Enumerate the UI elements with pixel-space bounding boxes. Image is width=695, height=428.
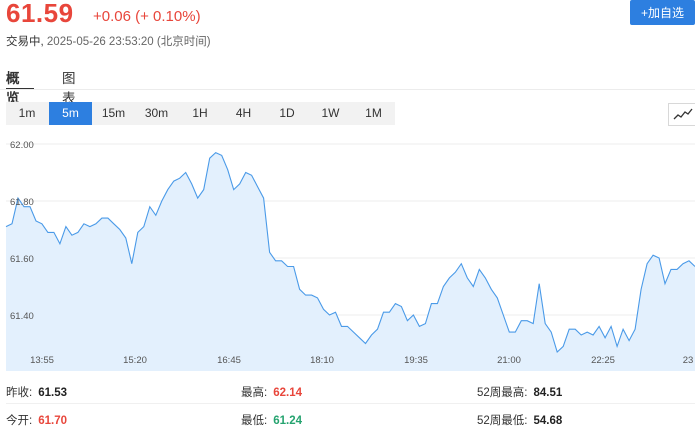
x-tick-label: 21:00	[497, 355, 521, 366]
stat-low: 最低: 61.24	[241, 412, 302, 428]
stat-prev-close-value: 61.53	[38, 387, 67, 399]
line-chart-icon	[673, 108, 693, 120]
interval-1m[interactable]: 1m	[6, 102, 48, 125]
add-to-watchlist-button[interactable]: +加自选	[630, 0, 695, 25]
quote-timestamp: 2025-05-26 23:53:20	[46, 36, 154, 48]
interval-30m[interactable]: 30m	[135, 102, 178, 125]
stat-52w-low: 52周最低: 54.68	[477, 412, 562, 428]
stat-52w-low-value: 54.68	[533, 415, 563, 427]
tab-divider	[0, 89, 695, 90]
y-tick-label: 61.80	[10, 197, 34, 208]
stat-52w-high: 52周最高: 84.51	[477, 384, 562, 400]
stat-prev-close: 昨收: 61.53	[6, 384, 67, 400]
stat-52w-high-value: 84.51	[533, 387, 563, 399]
chart-type-button[interactable]	[668, 103, 695, 126]
interval-1d[interactable]: 1D	[265, 102, 309, 125]
stat-52w-low-label: 52周最低:	[477, 415, 528, 427]
x-tick-label: 13:55	[30, 355, 54, 366]
stats-divider	[6, 403, 695, 404]
interval-1w[interactable]: 1W	[309, 102, 352, 125]
x-tick-label: 23	[683, 355, 694, 366]
interval-15m[interactable]: 15m	[92, 102, 135, 125]
stat-open-value: 61.70	[38, 415, 67, 427]
stat-high-label: 最高:	[241, 387, 268, 399]
interval-5m[interactable]: 5m	[49, 102, 92, 125]
stat-low-label: 最低:	[241, 415, 268, 427]
last-price: 61.59	[6, 0, 74, 28]
x-tick-label: 22:25	[591, 355, 615, 366]
interval-1mo[interactable]: 1M	[352, 102, 395, 125]
tab-overview[interactable]: 概览	[6, 67, 20, 107]
tab-chart[interactable]: 图表	[62, 67, 76, 107]
x-tick-label: 19:35	[404, 355, 428, 366]
interval-1h[interactable]: 1H	[178, 102, 222, 125]
trading-status-label: 交易中,	[6, 36, 44, 48]
timezone-note: (北京时间)	[156, 36, 211, 48]
stat-open: 今开: 61.70	[6, 412, 67, 428]
y-tick-label: 61.60	[10, 254, 34, 265]
interval-4h[interactable]: 4H	[222, 102, 265, 125]
trading-status: 交易中, 2025-05-26 23:53:20 (北京时间)	[6, 33, 211, 49]
stat-low-value: 61.24	[273, 415, 302, 427]
stat-prev-close-label: 昨收:	[6, 387, 33, 399]
quote-stats: 昨收: 61.53 最高: 62.14 52周最高: 84.51 今开: 61.70 最…	[0, 373, 695, 428]
stat-open-label: 今开:	[6, 415, 33, 427]
y-tick-label: 61.40	[10, 311, 34, 322]
price-chart[interactable]: 62.00 61.80 61.60 61.40 13:55 15:20 16:45 18:10…	[0, 128, 695, 373]
stat-52w-high-label: 52周最高:	[477, 387, 528, 399]
interval-selector: 1m 5m 15m 30m 1H 4H 1D 1W 1M	[6, 102, 395, 125]
x-tick-label: 15:20	[123, 355, 147, 366]
x-tick-label: 18:10	[310, 355, 334, 366]
stat-high-value: 62.14	[273, 387, 302, 399]
price-change: +0.06 (+ 0.10%)	[93, 8, 201, 25]
x-tick-label: 16:45	[217, 355, 241, 366]
stat-high: 最高: 62.14	[241, 384, 302, 400]
y-tick-label: 62.00	[10, 140, 34, 151]
